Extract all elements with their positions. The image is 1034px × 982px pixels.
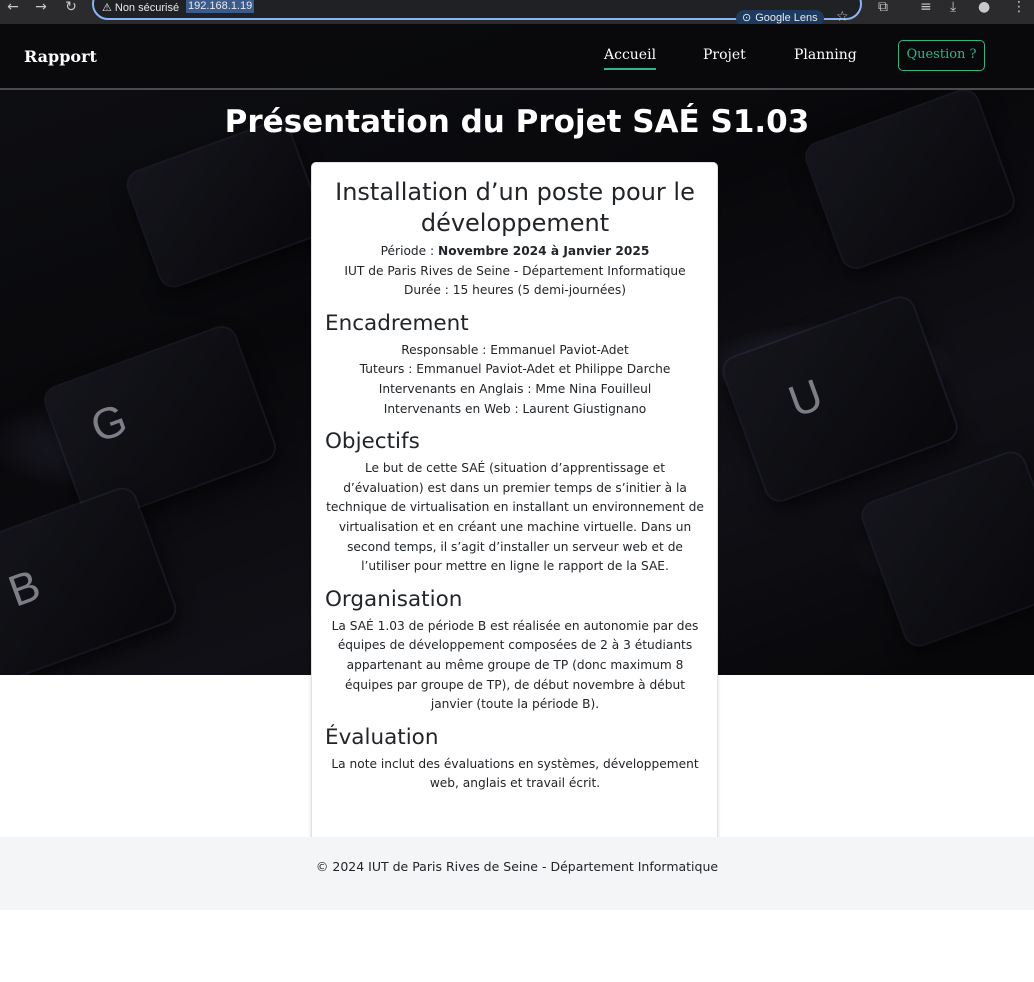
site-navbar: Rapport Accueil Projet Planning Question…	[0, 24, 1034, 90]
url-text[interactable]: 192.168.1.19	[186, 0, 255, 13]
extensions-icon[interactable]: ⧉	[878, 0, 888, 14]
project-card: Installation d’un poste pour le développ…	[311, 162, 718, 847]
duration-line: Durée : 15 heures (5 demi-journées)	[404, 283, 626, 298]
media-queue-icon[interactable]: ≡	[920, 0, 932, 14]
nav-link-accueil[interactable]: Accueil	[604, 47, 657, 70]
organisation-heading: Organisation	[325, 586, 463, 612]
encadrement-line: Responsable : Emmanuel Paviot-Adet	[401, 342, 629, 357]
organisation-text: La SAÉ 1.03 de période B est réalisée en…	[331, 618, 699, 712]
encadrement-line: Tuteurs : Emmanuel Paviot-Adet et Philip…	[359, 362, 671, 377]
brand-logo[interactable]: Rapport	[24, 47, 97, 66]
security-label: Non sécurisé	[114, 2, 180, 14]
question-button[interactable]: Question ?	[898, 40, 985, 71]
site-footer: © 2024 IUT de Paris Rives de Seine - Dép…	[0, 837, 1034, 910]
reload-icon[interactable]: ↻	[62, 0, 80, 20]
evaluation-heading: Évaluation	[325, 724, 439, 750]
nav-link-projet[interactable]: Projet	[703, 47, 746, 63]
forward-arrow-icon[interactable]: →	[32, 0, 50, 20]
nav-link-planning[interactable]: Planning	[794, 47, 857, 63]
browser-toolbar: ← → ↻ ⚠ Non sécurisé 192.168.1.19 ⊙ Google…	[0, 0, 1034, 26]
period-line: Période : Novembre 2024 à Janvier 2025	[325, 242, 705, 262]
download-icon[interactable]: ⤓	[950, 0, 956, 14]
profile-avatar-icon[interactable]: ●	[978, 0, 990, 14]
objectifs-heading: Objectifs	[325, 429, 420, 455]
encadrement-heading: Encadrement	[325, 310, 469, 336]
period-label: Période :	[380, 244, 438, 258]
footer-copyright: © 2024 IUT de Paris Rives de Seine - Dép…	[315, 859, 719, 874]
page-title: Présentation du Projet SAÉ S1.03	[224, 104, 810, 140]
security-indicator[interactable]: ⚠ Non sécurisé	[102, 1, 179, 14]
encadrement-line: Intervenants en Web : Laurent Giustignan…	[383, 401, 647, 416]
warning-icon: ⚠	[102, 2, 112, 14]
menu-kebab-icon[interactable]: ⋮	[1012, 0, 1026, 14]
period-value: Novembre 2024 à Janvier 2025	[438, 244, 650, 258]
institution-line: IUT de Paris Rives de Seine - Départemen…	[344, 263, 686, 278]
back-arrow-icon[interactable]: ←	[4, 0, 22, 20]
evaluation-text: La note inclut des évaluations en systèm…	[331, 756, 699, 791]
google-lens-label: Google Lens	[755, 12, 818, 24]
encadrement-line: Intervenants en Anglais : Mme Nina Fouil…	[378, 381, 652, 396]
card-title: Installation d’un poste pour le développ…	[335, 178, 695, 237]
bookmark-star-icon[interactable]: ☆	[836, 10, 849, 24]
objectifs-text: Le but de cette SAÉ (situation d’apprent…	[326, 461, 704, 574]
